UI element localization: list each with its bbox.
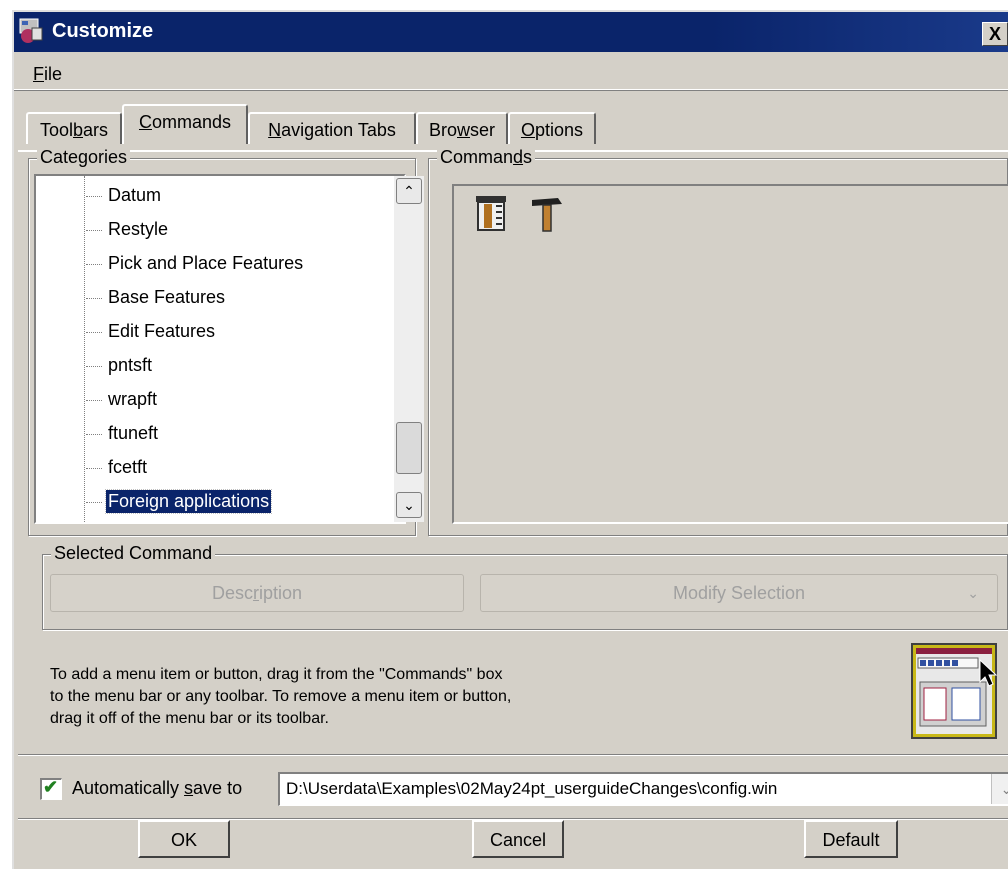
categories-scrollbar[interactable]: ⌃ ⌄: [394, 176, 424, 522]
tab-navigation-tabs[interactable]: Navigation Tabs: [248, 112, 416, 144]
drag-illustration-icon: [911, 643, 998, 739]
commands-legend: Commands: [437, 147, 536, 168]
scroll-down-button[interactable]: ⌄: [396, 492, 422, 518]
scroll-up-button[interactable]: ⌃: [396, 178, 422, 204]
autosave-path-field[interactable]: D:\Userdata\Examples\02May24pt_userguide…: [278, 772, 1008, 806]
chevron-up-icon: ⌃: [403, 183, 415, 199]
autosave-label: Automatically save to: [72, 778, 243, 798]
tree-item[interactable]: pntsft: [86, 350, 386, 382]
tab-commands[interactable]: Commands: [122, 104, 248, 144]
separator: [18, 754, 1008, 756]
tab-toolbars[interactable]: Toolbars: [26, 112, 122, 144]
tree-connector: [84, 176, 85, 522]
column-hammer-icon[interactable]: [474, 194, 510, 232]
tree-item[interactable]: Restyle: [86, 214, 386, 246]
tree-item[interactable]: wrapft: [86, 384, 386, 416]
default-button[interactable]: Default: [804, 820, 898, 858]
categories-legend: Categories: [37, 147, 131, 168]
hammer-icon[interactable]: [528, 194, 566, 232]
autosave-checkbox[interactable]: ✔: [40, 777, 62, 800]
tree-item[interactable]: Edit Features: [86, 316, 386, 348]
selected-command-legend: Selected Command: [51, 543, 216, 564]
tree-item[interactable]: Datum: [86, 180, 386, 212]
close-button[interactable]: X: [982, 22, 1008, 46]
window-title: Customize: [52, 20, 154, 42]
scroll-thumb[interactable]: [396, 422, 422, 474]
tree-item[interactable]: fcetft: [86, 452, 386, 484]
customize-dialog: Customize X File Toolbars Commands Navig…: [12, 10, 1008, 869]
categories-tree[interactable]: Datum Restyle Pick and Place Features Ba…: [34, 174, 424, 524]
tree-item[interactable]: ftuneft: [86, 418, 386, 450]
chevron-down-icon: ⌄: [1000, 781, 1008, 797]
app-icon: [19, 18, 43, 43]
cancel-button[interactable]: Cancel: [472, 820, 564, 858]
title-bar[interactable]: Customize X: [14, 12, 1008, 52]
tree-item-selected[interactable]: Foreign applications: [86, 486, 386, 518]
chevron-down-icon: ⌄: [967, 585, 979, 601]
tree-item[interactable]: Pick and Place Features: [86, 248, 386, 280]
description-button[interactable]: Description: [50, 574, 464, 612]
chevron-down-icon: ⌄: [403, 497, 415, 513]
help-text: To add a menu item or button, drag it fr…: [50, 666, 512, 727]
modify-selection-button[interactable]: Modify Selection ⌄: [480, 574, 998, 612]
checkmark-icon: ✔: [43, 777, 59, 797]
tree-item[interactable]: Base Features: [86, 282, 386, 314]
tab-browser[interactable]: Browser: [416, 112, 508, 144]
tab-options[interactable]: Options: [508, 112, 596, 144]
path-dropdown-button[interactable]: ⌄: [991, 774, 1008, 804]
ok-button[interactable]: OK: [138, 820, 230, 858]
commands-box[interactable]: [452, 184, 1008, 524]
close-icon: X: [988, 24, 1001, 44]
menu-bar: File: [14, 56, 1008, 90]
menu-file[interactable]: File: [33, 64, 62, 85]
